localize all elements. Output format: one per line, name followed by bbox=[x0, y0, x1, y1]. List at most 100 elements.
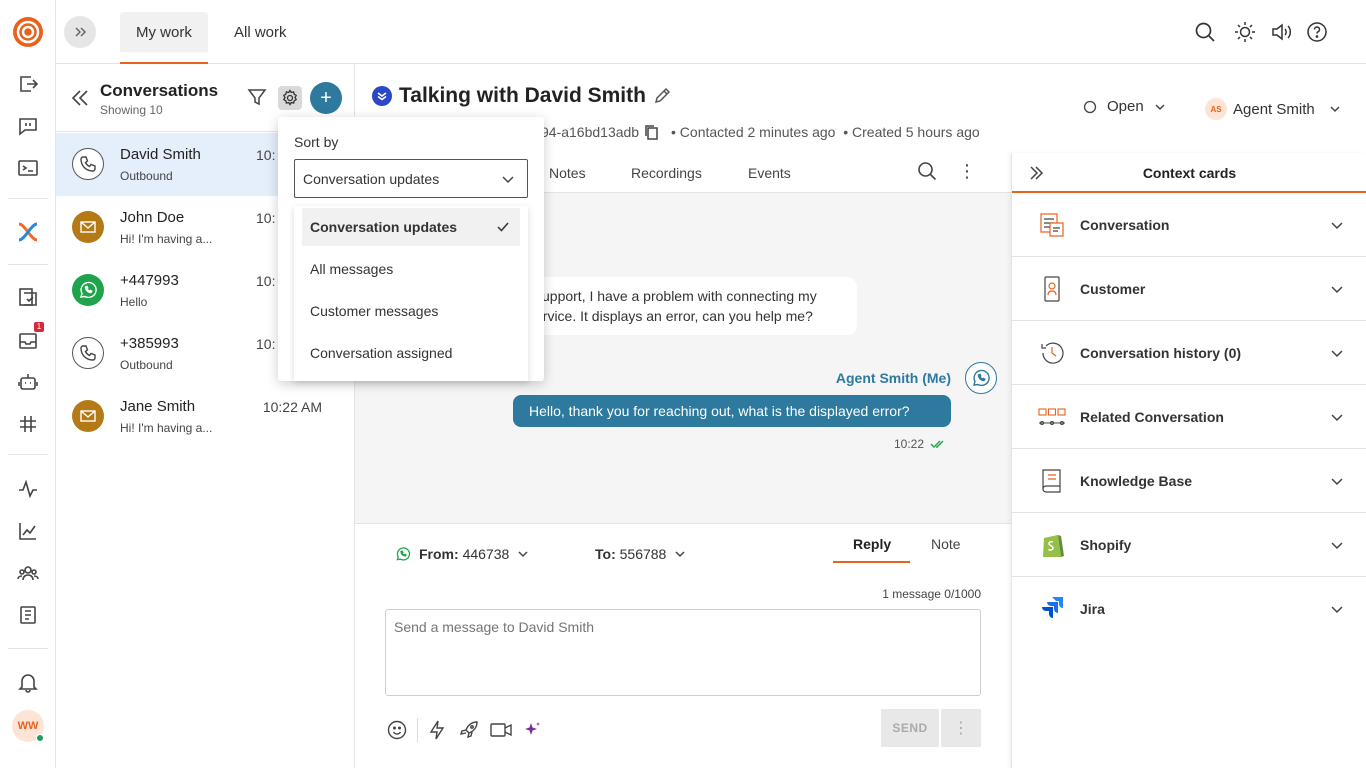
mail-icon bbox=[72, 400, 104, 432]
collapse-list-icon[interactable] bbox=[68, 86, 92, 110]
copy-icon[interactable] bbox=[643, 124, 659, 140]
sort-settings-button[interactable] bbox=[278, 86, 302, 110]
context-card-knowledge-base[interactable]: Knowledge Base bbox=[1012, 449, 1366, 513]
sort-selected-value: Conversation updates bbox=[303, 170, 440, 187]
inbox-icon[interactable]: 1 bbox=[16, 322, 44, 352]
chevron-down-icon bbox=[1331, 606, 1343, 614]
card-label: Knowledge Base bbox=[1080, 473, 1193, 489]
speaker-icon[interactable] bbox=[1269, 20, 1293, 44]
context-card-history[interactable]: Conversation history (0) bbox=[1012, 321, 1366, 385]
from-value: 446738 bbox=[462, 546, 510, 562]
send-options-button[interactable]: ⋮ bbox=[941, 709, 981, 747]
library-icon[interactable] bbox=[16, 285, 40, 309]
theme-sun-icon[interactable] bbox=[1233, 20, 1257, 44]
chevron-down-icon bbox=[518, 551, 528, 558]
nav-rail: 1 WW bbox=[0, 0, 56, 768]
ai-sparkle-icon[interactable] bbox=[522, 719, 544, 741]
edit-pencil-icon[interactable] bbox=[652, 86, 672, 106]
bot-icon[interactable] bbox=[16, 370, 40, 394]
rocket-icon[interactable] bbox=[458, 719, 480, 741]
top-bar: My work All work bbox=[56, 0, 1366, 64]
conversation-card-icon bbox=[1038, 211, 1066, 239]
conversation-title: Talking with David Smith bbox=[399, 84, 646, 107]
context-cards-header: Context cards bbox=[1012, 153, 1366, 193]
tab-my-work[interactable]: My work bbox=[120, 12, 208, 64]
chevron-down-icon bbox=[1331, 222, 1343, 230]
conversations-title: Conversations bbox=[100, 81, 219, 100]
context-card-jira[interactable]: Jira bbox=[1012, 577, 1366, 641]
conversation-time: 10: bbox=[256, 273, 276, 289]
double-chevron-right-icon bbox=[75, 27, 87, 37]
book-icon[interactable] bbox=[16, 603, 40, 627]
status-dropdown[interactable]: Open bbox=[1083, 98, 1166, 115]
help-icon[interactable] bbox=[1305, 20, 1329, 44]
lightning-icon[interactable] bbox=[426, 719, 448, 741]
context-card-conversation[interactable]: Conversation bbox=[1012, 193, 1366, 257]
agent-sender-label: Agent Smith (Me) bbox=[835, 370, 951, 386]
tab-reply[interactable]: Reply bbox=[853, 536, 891, 552]
chevron-down-icon bbox=[675, 551, 685, 558]
card-label: Conversation bbox=[1080, 217, 1170, 233]
user-avatar[interactable]: WW bbox=[12, 710, 44, 742]
sort-option-customer-messages[interactable]: Customer messages bbox=[302, 292, 520, 330]
conversation-name: Jane Smith bbox=[120, 398, 196, 415]
hashtag-icon[interactable] bbox=[16, 412, 40, 436]
tab-events[interactable]: Events bbox=[748, 165, 791, 181]
emoji-icon[interactable] bbox=[386, 719, 408, 741]
chevron-down-icon bbox=[1155, 103, 1165, 110]
outgoing-message: Hello, thank you for reaching out, what … bbox=[513, 395, 951, 427]
from-selector[interactable]: From: 446738 bbox=[395, 546, 529, 562]
logo-icon[interactable] bbox=[12, 16, 44, 48]
message-input[interactable] bbox=[385, 609, 981, 696]
conversation-name: +385993 bbox=[120, 335, 179, 352]
card-label: Customer bbox=[1080, 281, 1146, 297]
jira-icon bbox=[1038, 595, 1066, 623]
conversation-meta: 94-a16bd13adb • Contacted 2 minutes ago … bbox=[541, 124, 980, 140]
analytics-icon[interactable] bbox=[16, 519, 40, 543]
to-label: To: bbox=[595, 546, 616, 562]
double-check-icon bbox=[930, 440, 944, 448]
search-icon[interactable] bbox=[917, 161, 937, 181]
conversation-time: 10: bbox=[256, 147, 276, 163]
new-conversation-button[interactable]: + bbox=[310, 82, 342, 114]
to-selector[interactable]: To: 556788 bbox=[595, 546, 686, 562]
context-card-shopify[interactable]: Shopify bbox=[1012, 513, 1366, 577]
chevron-down-icon bbox=[1331, 286, 1343, 294]
whatsapp-icon bbox=[396, 547, 411, 561]
more-options-icon[interactable]: ⋮ bbox=[957, 161, 977, 181]
sort-option-all-messages[interactable]: All messages bbox=[302, 250, 520, 288]
created-time: Created 5 hours ago bbox=[852, 124, 980, 140]
tab-notes[interactable]: Notes bbox=[549, 165, 586, 181]
message-counter: 1 message 0/1000 bbox=[882, 587, 981, 601]
activity-icon[interactable] bbox=[16, 477, 40, 501]
whatsapp-icon bbox=[965, 362, 997, 394]
expand-nav-button[interactable] bbox=[64, 16, 96, 48]
outbound-icon[interactable] bbox=[16, 72, 40, 96]
sort-option-conversation-updates[interactable]: Conversation updates bbox=[302, 208, 520, 246]
conversation-item[interactable]: Jane Smith Hi! I'm having a... 10:22 AM bbox=[56, 385, 354, 448]
tab-note[interactable]: Note bbox=[931, 536, 961, 552]
sort-option-conversation-assigned[interactable]: Conversation assigned bbox=[302, 334, 520, 372]
knowledge-base-card-icon bbox=[1038, 467, 1066, 495]
conversation-name: John Doe bbox=[120, 209, 185, 226]
people-icon[interactable] bbox=[16, 561, 40, 585]
conversation-preview: Hi! I'm having a... bbox=[120, 421, 213, 435]
context-cards-title: Context cards bbox=[1142, 165, 1237, 181]
tab-all-work[interactable]: All work bbox=[218, 12, 303, 52]
filter-icon[interactable] bbox=[246, 86, 270, 110]
assignee-dropdown[interactable]: AS Agent Smith bbox=[1205, 98, 1341, 120]
chevron-down-icon bbox=[1331, 414, 1343, 422]
message-time: 10:22 bbox=[894, 437, 925, 451]
send-button[interactable]: SEND bbox=[881, 709, 939, 747]
context-card-related[interactable]: Related Conversation bbox=[1012, 385, 1366, 449]
apps-brand-icon[interactable] bbox=[16, 220, 40, 244]
context-card-customer[interactable]: Customer bbox=[1012, 257, 1366, 321]
bell-icon[interactable] bbox=[16, 670, 40, 694]
video-icon[interactable] bbox=[490, 719, 512, 741]
tab-recordings[interactable]: Recordings bbox=[631, 165, 702, 181]
terminal-icon[interactable] bbox=[16, 156, 40, 180]
chat-icon[interactable] bbox=[16, 114, 40, 138]
search-icon[interactable] bbox=[1193, 20, 1217, 44]
sort-select[interactable]: Conversation updates bbox=[294, 159, 528, 198]
channel-chevron-icon[interactable] bbox=[372, 86, 392, 106]
